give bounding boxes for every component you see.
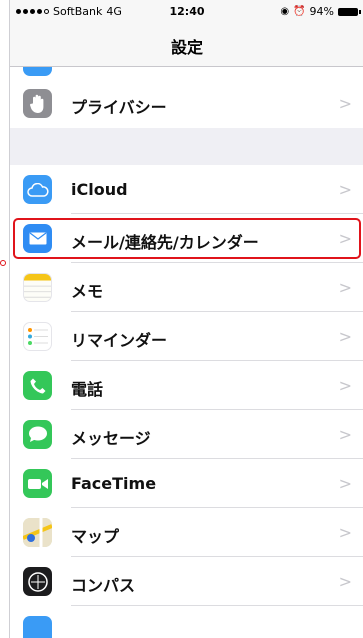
privacy-group: プライバシー > (10, 79, 363, 128)
chevron-right-icon: > (338, 229, 352, 248)
scrolled-group (10, 67, 363, 79)
cloud-icon (23, 175, 52, 204)
chevron-right-icon: > (338, 180, 352, 199)
battery-percent: 94% (309, 5, 334, 18)
chevron-right-icon: > (338, 376, 352, 395)
settings-row-privacy[interactable]: プライバシー > (10, 79, 363, 128)
settings-row-icloud[interactable]: iCloud > (10, 165, 363, 214)
hand-icon (23, 89, 52, 118)
alarm-icon: ⏰ (293, 6, 306, 17)
location-icon: ◉ (280, 6, 290, 17)
settings-row-label: メッセージ (71, 429, 151, 448)
settings-row-mail-contacts-calendars[interactable]: メール/連絡先/カレンダー > (10, 214, 363, 263)
page-title: 設定 (170, 38, 203, 57)
settings-row-partial[interactable] (10, 606, 363, 638)
annotation-marker (0, 260, 6, 266)
settings-row-reminders[interactable]: リマインダー > (10, 312, 363, 361)
chevron-right-icon: > (338, 94, 352, 113)
safari-icon (23, 616, 52, 638)
chevron-right-icon: > (338, 278, 352, 297)
partial-row-icon (23, 67, 52, 76)
phone-screen: SoftBank 4G 12:40 ◉ ⏰ 94% 設定 プライバシー > iC… (9, 0, 363, 638)
message-bubble-icon (23, 420, 52, 449)
status-bar: SoftBank 4G 12:40 ◉ ⏰ 94% (10, 0, 363, 22)
settings-row-label: プライバシー (71, 98, 167, 117)
chevron-right-icon: > (338, 327, 352, 346)
navigation-bar: 設定 (10, 22, 363, 67)
status-right: ◉ ⏰ 94% (280, 5, 361, 18)
settings-row-notes[interactable]: メモ > (10, 263, 363, 312)
settings-row-phone[interactable]: 電話 > (10, 361, 363, 410)
video-camera-icon (23, 469, 52, 498)
phone-icon (23, 371, 52, 400)
settings-row-label: リマインダー (71, 331, 168, 350)
map-icon (23, 518, 52, 547)
settings-row-label: メール/連絡先/カレンダー (71, 233, 259, 252)
settings-row-maps[interactable]: マップ > (10, 508, 363, 557)
reminders-icon (23, 322, 52, 351)
settings-row-label: FaceTime (71, 474, 157, 493)
compass-icon (23, 567, 52, 596)
settings-row-label: コンパス (71, 576, 136, 595)
chevron-right-icon: > (338, 425, 352, 444)
settings-row-messages[interactable]: メッセージ > (10, 410, 363, 459)
chevron-right-icon: > (338, 523, 352, 542)
chevron-right-icon: > (338, 572, 352, 591)
settings-row-label: iCloud (71, 180, 128, 199)
chevron-right-icon: > (338, 474, 352, 493)
envelope-icon (23, 224, 52, 253)
notes-icon (23, 273, 52, 302)
settings-row-label: マップ (71, 527, 120, 546)
settings-row-compass[interactable]: コンパス > (10, 557, 363, 606)
settings-row-label: メモ (71, 282, 104, 301)
apps-group: iCloud > メール/連絡先/カレンダー > メモ > リマインダー > 電… (10, 165, 363, 638)
battery-icon (338, 7, 361, 16)
settings-row-label: 電話 (71, 380, 104, 399)
settings-row-facetime[interactable]: FaceTime > (10, 459, 363, 508)
